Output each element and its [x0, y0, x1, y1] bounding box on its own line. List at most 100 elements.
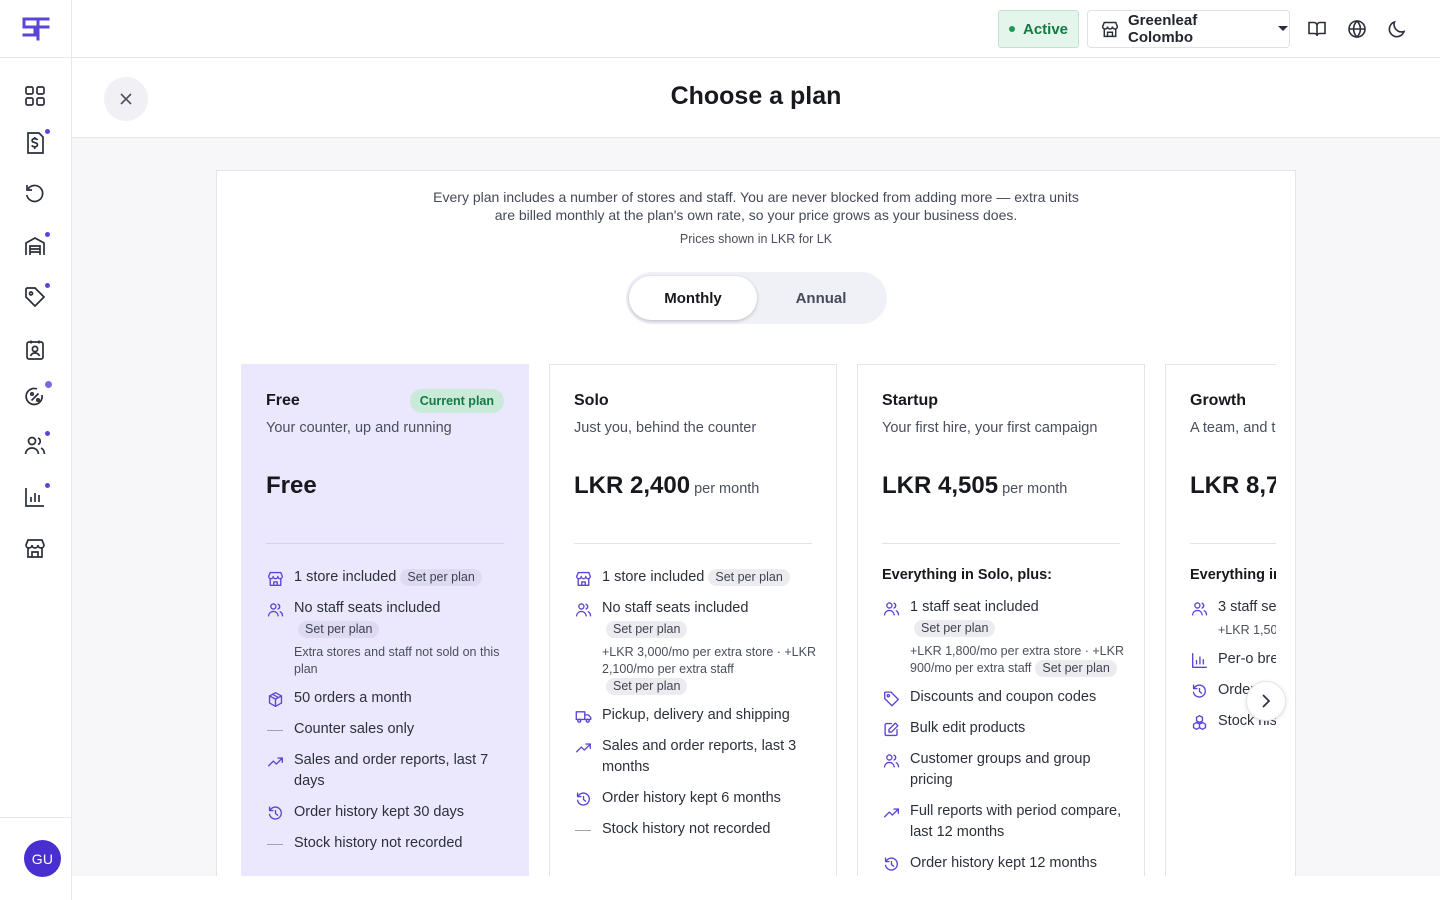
- feature-text: Bulk edit products: [910, 720, 1026, 736]
- status-label: Active: [1022, 20, 1069, 38]
- store-icon: [574, 567, 592, 588]
- notification-dot: [45, 232, 50, 237]
- feature-list: 1 store included Set per plan No staff sea…: [574, 567, 816, 850]
- avatar[interactable]: GU: [24, 840, 61, 877]
- plan-price: LKR 2,400 per month: [574, 472, 759, 500]
- plan-card-growth[interactable]: Growth A team, and t LKR 8,70 Everything in…: [1165, 364, 1276, 876]
- sidebar-divider: [0, 57, 71, 58]
- sparkle-dot: [45, 381, 52, 388]
- set-per-plan-tag: Set per plan: [400, 569, 482, 586]
- feature-item: 3 staff se included+LKR 1,50 +LKR 750, s…: [1190, 597, 1276, 639]
- feature-text: Per-o breakdov: [1218, 651, 1276, 667]
- toggle-monthly[interactable]: Monthly: [629, 276, 757, 320]
- plan-price: LKR 4,505 per month: [882, 472, 1067, 500]
- plan-card-free[interactable]: Free Current plan Your counter, up and run…: [241, 364, 529, 876]
- feature-text: Order history kept 12 months: [910, 855, 1097, 871]
- status-dot: [1008, 26, 1015, 32]
- users-icon: [882, 749, 900, 770]
- price-period: per month: [694, 481, 760, 497]
- card-divider: [266, 543, 504, 544]
- feature-text: Sales and order reports, last 3 months: [602, 738, 797, 775]
- feature-text: Order history kept 30 days: [294, 804, 465, 820]
- trend-up-icon: [266, 750, 284, 771]
- feature-text: 1 store included Set per plan: [294, 567, 482, 588]
- feature-item: No staff seats includedSet per plan Extra…: [266, 598, 508, 678]
- feature-item: 1 store included Set per plan: [574, 567, 816, 588]
- sidebar-item-reports[interactable]: [22, 483, 50, 510]
- status-badge: Active: [998, 10, 1079, 48]
- chevron-down-icon: [1277, 25, 1289, 33]
- box-icon: [266, 688, 284, 709]
- sidebar-item-discounts[interactable]: [22, 381, 52, 410]
- dash-icon: [266, 833, 284, 854]
- history-icon: [574, 788, 592, 809]
- features-heading: Everything in: [1190, 567, 1276, 583]
- plan-tagline: Just you, behind the counter: [574, 420, 757, 436]
- moon-icon: [1387, 19, 1407, 39]
- toggle-annual[interactable]: Annual: [757, 276, 885, 320]
- card-divider: [574, 543, 812, 544]
- feature-subtext: +LKR 1,800/mo per extra store · +LKR 900…: [910, 644, 1124, 677]
- feature-item: Full reports with period compare, last 1…: [882, 801, 1124, 843]
- price-note: Prices shown in LKR for LK: [679, 232, 833, 246]
- notification-dot: [45, 431, 50, 436]
- sf-logo-icon[interactable]: [22, 16, 50, 42]
- set-per-plan-tag: Set per plan: [298, 621, 380, 638]
- feature-subtext: +LKR 1,50 +LKR 750, staff: [1218, 623, 1276, 637]
- feature-item: Order history kept 30 days: [266, 802, 508, 823]
- feature-text: Customer groups and group pricing: [910, 751, 1091, 788]
- theme-toggle-button[interactable]: [1386, 18, 1408, 40]
- current-plan-badge: Current plan: [409, 389, 504, 413]
- notification-dot: [45, 483, 50, 488]
- feature-text: No staff seats includedSet per plan Extra…: [294, 598, 508, 678]
- feature-text: Pickup, delivery and shipping: [602, 707, 790, 723]
- sidebar-item-dashboard[interactable]: [22, 83, 48, 109]
- sidebar-item-products[interactable]: [22, 283, 50, 310]
- notification-dot: [45, 129, 50, 134]
- bar-chart-icon: [1190, 649, 1208, 670]
- users-icon: [574, 598, 592, 619]
- inventory-warehouse-icon: [24, 235, 46, 257]
- sidebar-item-users[interactable]: [22, 431, 50, 458]
- feature-item: No staff seats includedSet per plan +LKR …: [574, 598, 816, 695]
- feature-item: Customer groups and group pricing: [882, 749, 1124, 791]
- truck-icon: [574, 705, 592, 726]
- sidebar-item-history[interactable]: [22, 181, 48, 207]
- plan-card-startup[interactable]: Startup Your first hire, your first campa…: [857, 364, 1145, 876]
- feature-text: Discounts and coupon codes: [910, 689, 1097, 705]
- feature-item: Order history kept 6 months: [574, 788, 816, 809]
- price-amount: LKR 2,400: [574, 472, 691, 499]
- plan-tagline: A team, and t: [1190, 420, 1276, 436]
- feature-item: 1 store included Set per plan: [266, 567, 508, 588]
- set-per-plan-tag: Set per plan: [914, 620, 996, 637]
- sidebar-item-billing[interactable]: [22, 129, 50, 156]
- feature-item: 50 orders a month: [266, 688, 508, 709]
- edit-icon: [882, 718, 900, 739]
- store-selector[interactable]: Greenleaf Colombo: [1087, 10, 1290, 48]
- main-content: Every plan includes a number of stores a…: [72, 138, 1440, 876]
- sidebar: GU: [0, 0, 72, 900]
- feature-subtext: Extra stores and staff not sold on this …: [294, 645, 500, 676]
- docs-button[interactable]: [1306, 18, 1328, 40]
- carousel-next-button[interactable]: [1246, 681, 1286, 721]
- users-icon: [882, 597, 900, 618]
- feature-item: Per-o breakdov: [1190, 649, 1276, 670]
- feature-item: Sales and order reports, last 7 days: [266, 750, 508, 792]
- plan-price: LKR 8,70: [1190, 472, 1276, 500]
- feature-text: 1 staff seat includedSet per plan +LKR 1,…: [910, 599, 1124, 677]
- dashboard-grid-icon: [24, 85, 46, 107]
- globe-icon: [1347, 19, 1367, 39]
- billing-period-toggle: Monthly Annual: [626, 272, 887, 324]
- sidebar-item-stores[interactable]: [22, 535, 48, 561]
- language-button[interactable]: [1346, 18, 1368, 40]
- feature-text: 50 orders a month: [294, 690, 412, 706]
- trend-up-icon: [882, 801, 900, 822]
- plan-card-solo[interactable]: Solo Just you, behind the counter LKR 2,40…: [549, 364, 837, 876]
- feature-text: 1 store included Set per plan: [602, 567, 790, 588]
- set-per-plan-tag: Set per plan: [606, 621, 688, 638]
- sidebar-item-contacts[interactable]: [22, 337, 48, 363]
- plan-tagline: Your counter, up and running: [266, 420, 452, 436]
- price-amount: LKR 8,70: [1190, 472, 1276, 499]
- sidebar-item-inventory[interactable]: [22, 232, 50, 259]
- feature-text: Counter sales only: [294, 721, 415, 737]
